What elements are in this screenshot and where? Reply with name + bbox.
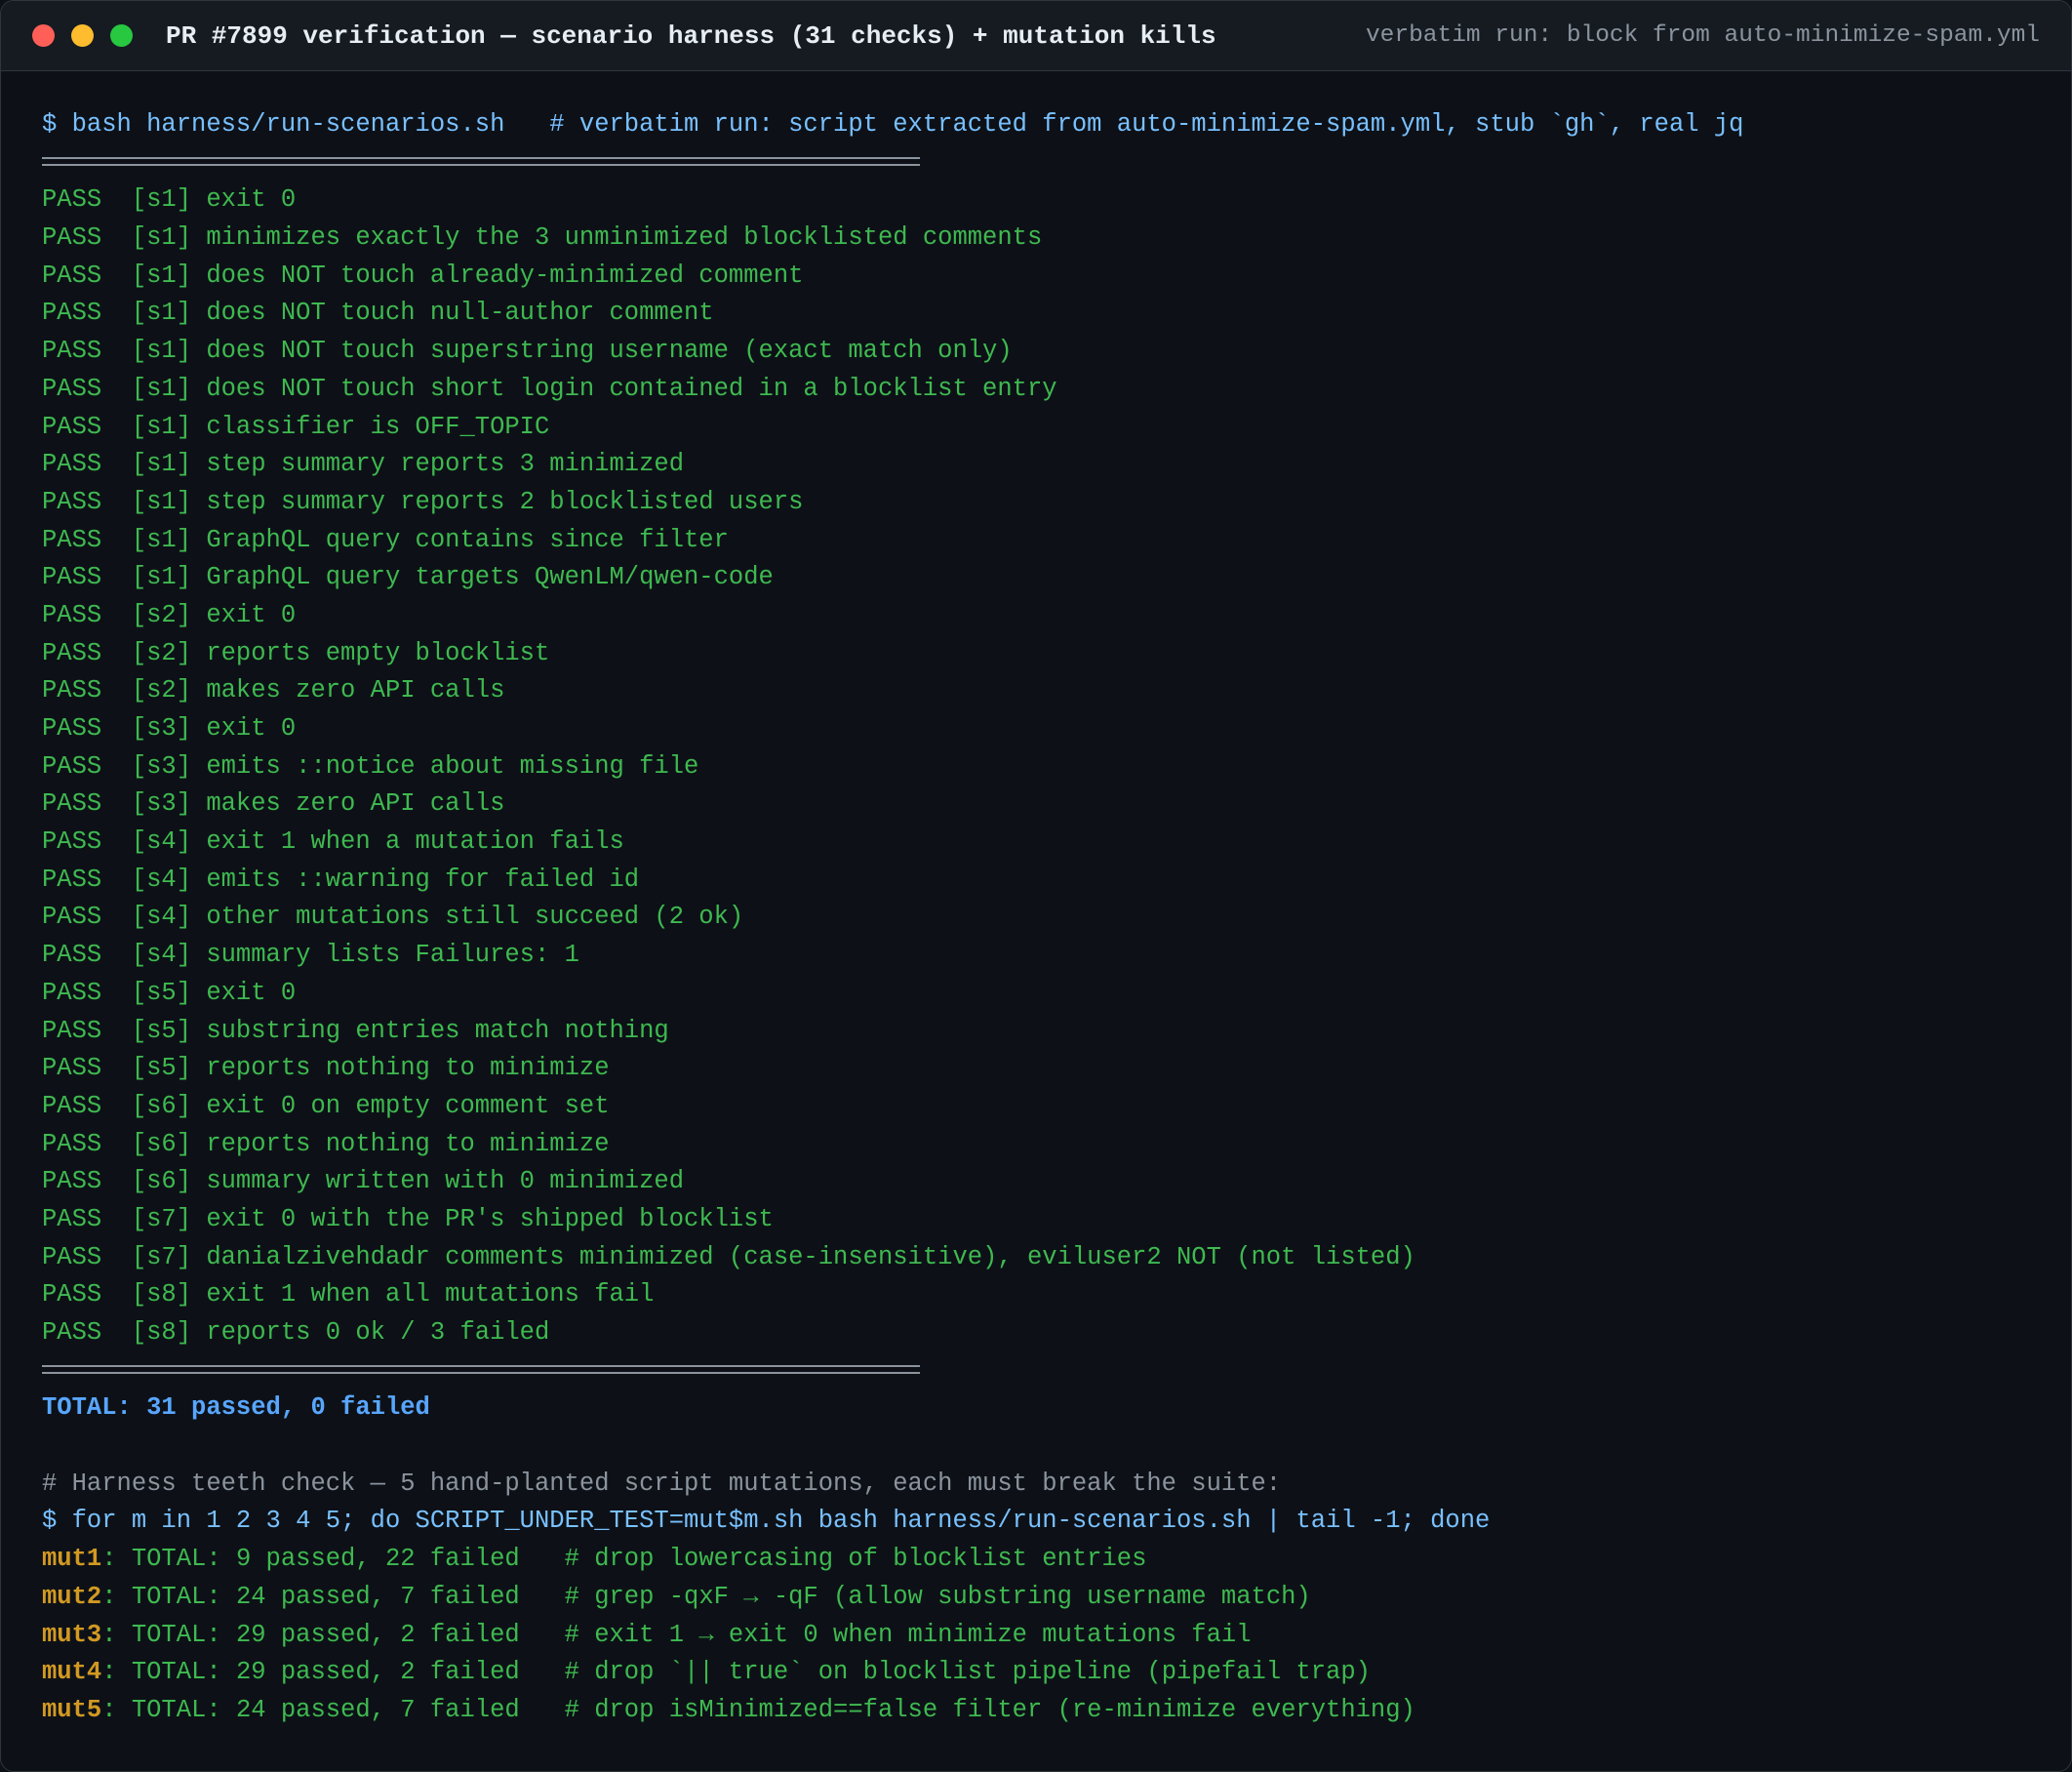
title-bar: PR #7899 verification — scenario harness… <box>1 1 2071 71</box>
check-line: PASS [s7] danialzivehdadr comments minim… <box>42 1242 1415 1271</box>
check-line: PASS [s1] step summary reports 2 blockli… <box>42 487 804 516</box>
mutation-result: : TOTAL: 29 passed, 2 failed # exit 1 → … <box>101 1620 1252 1649</box>
window-subtitle: verbatim run: block from auto-minimize-s… <box>1365 22 2040 49</box>
check-line: PASS [s1] does NOT touch null-author com… <box>42 299 714 328</box>
check-line: PASS [s1] does NOT touch already-minimiz… <box>42 261 804 290</box>
mutation-name: mut3 <box>42 1620 102 1649</box>
check-line: PASS [s1] exit 0 <box>42 185 297 215</box>
mutation-line: mut5: TOTAL: 24 passed, 7 failed # drop … <box>42 1692 2032 1730</box>
check-line: PASS [s8] exit 1 when all mutations fail <box>42 1280 655 1309</box>
check-line: PASS [s6] reports nothing to minimize <box>42 1129 610 1158</box>
divider-bottom <box>42 1352 2032 1390</box>
mutation-name: mut5 <box>42 1695 102 1724</box>
check-line: PASS [s4] other mutations still succeed … <box>42 903 744 932</box>
check-line: PASS [s1] minimizes exactly the 3 unmini… <box>42 223 1043 253</box>
check-line: PASS [s1] step summary reports 3 minimiz… <box>42 450 685 479</box>
check-line: PASS [s1] does NOT touch short login con… <box>42 374 1057 403</box>
check-line: PASS [s4] summary lists Failures: 1 <box>42 941 579 970</box>
close-icon[interactable] <box>32 24 55 47</box>
check-line: PASS [s3] emits ::notice about missing f… <box>42 751 699 781</box>
minimize-icon[interactable] <box>71 24 94 47</box>
check-line: PASS [s2] reports empty blocklist <box>42 638 550 667</box>
mutation-line: mut3: TOTAL: 29 passed, 2 failed # exit … <box>42 1617 2032 1655</box>
terminal-window: PR #7899 verification — scenario harness… <box>0 0 2072 1772</box>
window-title: PR #7899 verification — scenario harness… <box>166 20 1216 51</box>
check-line: PASS [s1] GraphQL query targets QwenLM/q… <box>42 563 774 592</box>
check-line: PASS [s3] makes zero API calls <box>42 789 505 819</box>
command-run-scenarios: $ bash harness/run-scenarios.sh # verbat… <box>42 110 1744 139</box>
mutation-result: : TOTAL: 29 passed, 2 failed # drop `|| … <box>101 1658 1371 1687</box>
check-line: PASS [s5] exit 0 <box>42 978 297 1007</box>
mutation-line: mut2: TOTAL: 24 passed, 7 failed # grep … <box>42 1579 2032 1617</box>
mutation-result: : TOTAL: 24 passed, 7 failed # grep -qxF… <box>101 1582 1311 1611</box>
check-line: PASS [s3] exit 0 <box>42 714 297 743</box>
mutation-name: mut1 <box>42 1545 102 1574</box>
check-line: PASS [s1] GraphQL query contains since f… <box>42 525 729 554</box>
mutation-line: mut4: TOTAL: 29 passed, 2 failed # drop … <box>42 1654 2032 1692</box>
check-line: PASS [s6] summary written with 0 minimiz… <box>42 1167 685 1196</box>
check-line: PASS [s5] reports nothing to minimize <box>42 1054 610 1083</box>
check-line: PASS [s6] exit 0 on empty comment set <box>42 1091 610 1120</box>
check-line: PASS [s2] makes zero API calls <box>42 676 505 705</box>
check-line: PASS [s1] classifier is OFF_TOPIC <box>42 412 550 441</box>
check-line: PASS [s4] exit 1 when a mutation fails <box>42 827 624 857</box>
window-controls <box>32 24 133 47</box>
total-summary: TOTAL: 31 passed, 0 failed <box>42 1393 430 1423</box>
mutation-result: : TOTAL: 24 passed, 7 failed # drop isMi… <box>101 1695 1415 1724</box>
check-list: PASS [s1] exit 0 PASS [s1] minimizes exa… <box>42 181 2032 1351</box>
check-line: PASS [s4] emits ::warning for failed id <box>42 865 640 894</box>
maximize-icon[interactable] <box>110 24 133 47</box>
check-line: PASS [s1] does NOT touch superstring use… <box>42 337 1013 366</box>
divider-top <box>42 144 2032 182</box>
teeth-check-comment: # Harness teeth check — 5 hand-planted s… <box>42 1469 1282 1498</box>
mutation-name: mut4 <box>42 1658 102 1687</box>
check-line: PASS [s2] exit 0 <box>42 600 297 629</box>
check-line: PASS [s8] reports 0 ok / 3 failed <box>42 1318 550 1347</box>
check-line: PASS [s5] substring entries match nothin… <box>42 1016 669 1045</box>
check-line: PASS [s7] exit 0 with the PR's shipped b… <box>42 1204 774 1233</box>
mutation-line: mut1: TOTAL: 9 passed, 22 failed # drop … <box>42 1541 2032 1579</box>
mutation-name: mut2 <box>42 1582 102 1611</box>
mutation-result: : TOTAL: 9 passed, 22 failed # drop lowe… <box>101 1545 1147 1574</box>
terminal-output: $ bash harness/run-scenarios.sh # verbat… <box>42 106 2032 1730</box>
command-mutation-loop: $ for m in 1 2 3 4 5; do SCRIPT_UNDER_TE… <box>42 1507 1491 1536</box>
